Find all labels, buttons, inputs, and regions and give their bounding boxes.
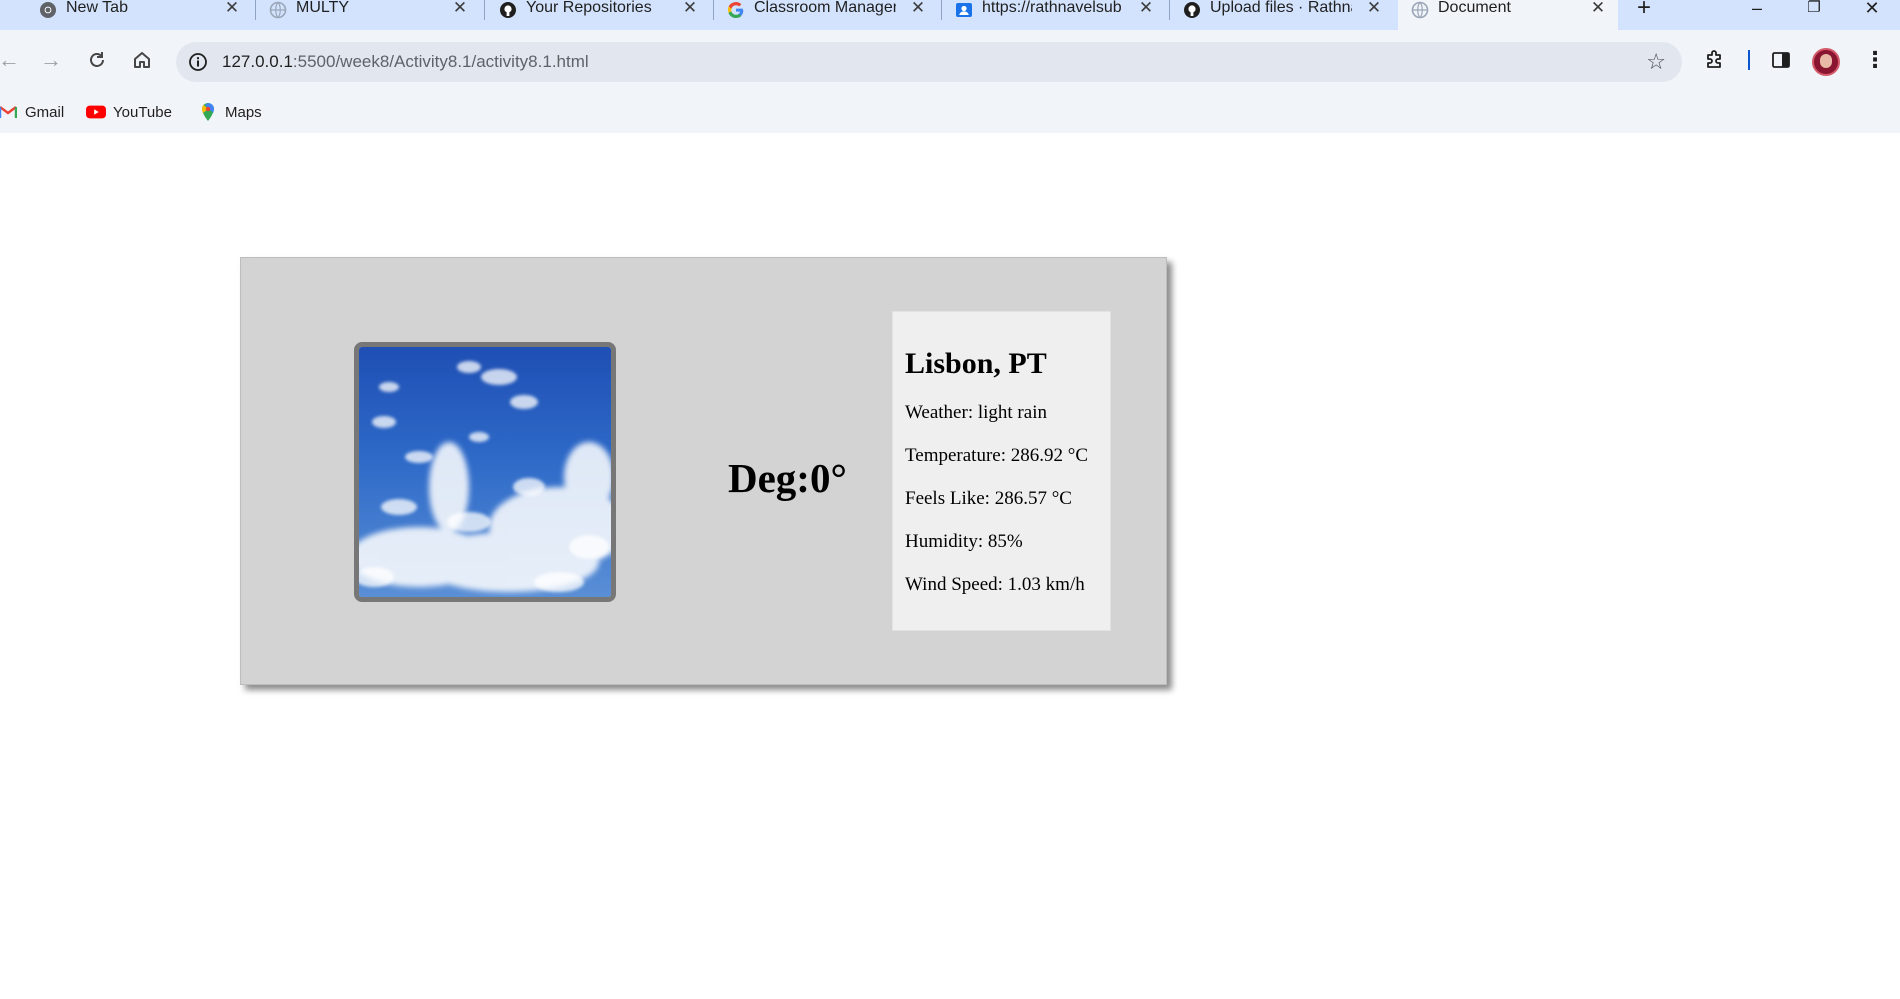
bookmark-gmail[interactable]: Gmail [0,102,64,122]
tab-close-icon[interactable]: ✕ [1136,0,1156,18]
contact-icon [954,0,974,20]
tab-your-repositories[interactable]: Your Repositories ✕ [486,0,712,30]
globe-icon [268,0,288,20]
feels-like-text: Feels Like: 286.57 °C [905,488,1072,509]
forward-arrow-icon[interactable]: → [34,43,68,77]
maps-icon [198,103,218,121]
weather-card: Deg:0° Lisbon, PT Weather: light rain Te… [240,257,1167,685]
bookmark-youtube[interactable]: YouTube [86,102,172,122]
url-path: :5500/week8/Activity8.1/activity8.1.html [292,52,589,71]
new-tab-button[interactable]: + [1630,0,1658,20]
back-arrow-icon[interactable]: ← [0,43,26,77]
extensions-icon[interactable] [1699,44,1731,76]
humidity-text: Humidity: 85% [905,531,1023,552]
toolbar-divider [1748,50,1750,70]
site-info-icon[interactable] [184,48,212,76]
url-text: 127.0.0.1:5500/week8/Activity8.1/activit… [222,52,589,72]
url-host: 127.0.0.1 [222,52,293,71]
sky-clouds-image [354,342,616,602]
youtube-icon [86,103,106,121]
browser-toolbar: ← → 127.0.0.1:5500/week8/Activity8.1/act… [0,30,1900,92]
home-icon[interactable] [125,43,159,77]
minimize-icon[interactable]: – [1742,0,1772,20]
tab-close-icon[interactable]: ✕ [1364,0,1384,18]
tab-title: New Tab [66,0,128,16]
tab-title: https://rathnavelsub [982,0,1122,16]
side-panel-icon[interactable] [1765,44,1797,76]
tab-close-icon[interactable]: ✕ [222,0,242,18]
bookmark-label: Gmail [25,103,65,121]
gmail-icon [0,103,18,121]
browser-chrome: New Tab ✕ MULTY ✕ Your Repositories ✕ Cl… [0,0,1900,133]
tab-close-icon[interactable]: ✕ [908,0,928,18]
tab-multy[interactable]: MULTY ✕ [256,0,482,30]
tab-title: Upload files · Rathna [1210,0,1352,16]
menu-kebab-icon[interactable]: ⋮ [1859,44,1891,76]
github-icon [1182,0,1202,20]
bookmarks-bar: Gmail YouTube Maps [0,92,1900,133]
github-icon [498,0,518,20]
tab-classroom-management[interactable]: Classroom Managen ✕ [714,0,940,30]
tab-close-icon[interactable]: ✕ [450,0,470,18]
tab-close-icon[interactable]: ✕ [1588,0,1608,18]
weather-info-panel: Lisbon, PT Weather: light rain Temperatu… [892,311,1111,631]
degree-display: Deg:0° [728,455,847,501]
tab-new-tab[interactable]: New Tab ✕ [26,0,252,30]
window-close-icon[interactable]: ✕ [1857,0,1887,20]
tab-document[interactable]: Document ✕ [1398,0,1618,30]
tab-title: Classroom Managen [754,0,896,16]
city-heading: Lisbon, PT [905,347,1047,380]
weather-description: Weather: light rain [905,402,1047,423]
tab-title: Document [1438,0,1511,16]
tab-separator [484,0,485,20]
tab-title: MULTY [296,0,350,16]
tab-upload-files[interactable]: Upload files · Rathna ✕ [1170,0,1396,30]
temperature-text: Temperature: 286.92 °C [905,445,1089,466]
bookmark-label: Maps [225,103,262,121]
profile-avatar[interactable] [1812,48,1840,76]
reload-icon[interactable] [80,43,114,77]
bookmark-label: YouTube [113,103,172,121]
bookmark-maps[interactable]: Maps [198,102,262,122]
tab-strip: New Tab ✕ MULTY ✕ Your Repositories ✕ Cl… [0,0,1900,30]
tab-rathnavelsub[interactable]: https://rathnavelsub ✕ [942,0,1168,30]
bookmark-star-icon[interactable]: ☆ [1646,49,1666,75]
globe-icon [1410,0,1430,20]
tab-title: Your Repositories [526,0,652,16]
wind-speed-text: Wind Speed: 1.03 km/h [905,574,1085,595]
restore-icon[interactable]: ❐ [1799,0,1829,20]
chrome-icon [38,0,58,20]
google-icon [726,0,746,20]
address-bar[interactable]: 127.0.0.1:5500/week8/Activity8.1/activit… [176,42,1682,82]
tab-close-icon[interactable]: ✕ [680,0,700,18]
